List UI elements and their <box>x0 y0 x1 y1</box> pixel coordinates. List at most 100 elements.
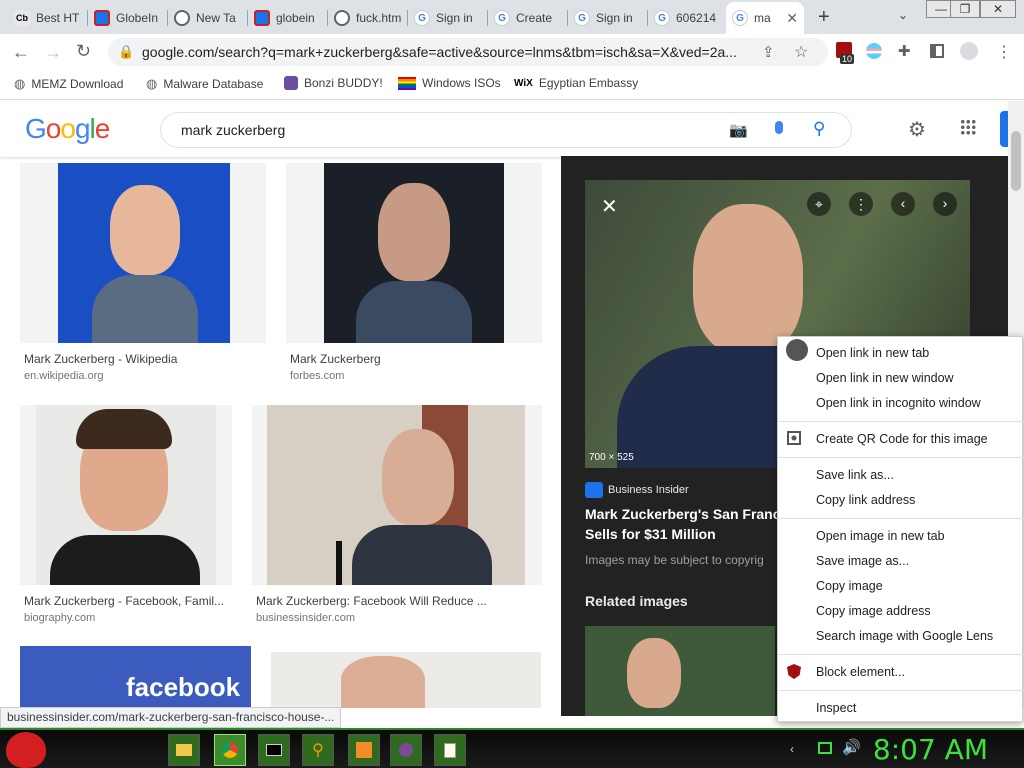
tab-globein-2[interactable]: globein <box>248 2 328 34</box>
folder-icon <box>176 744 192 756</box>
search-input[interactable]: mark zuckerberg <box>181 122 285 138</box>
scrollbar-thumb[interactable] <box>1011 131 1021 191</box>
back-arrow-icon[interactable]: ← <box>12 42 30 63</box>
close-tab-icon[interactable]: ✕ <box>786 10 798 27</box>
tab-create[interactable]: G Create <box>488 2 568 34</box>
tab-title: Create <box>516 11 553 25</box>
volume-icon[interactable]: 🔊 <box>842 738 861 756</box>
lens-search-icon[interactable]: ⌖ <box>807 192 831 216</box>
menu-separator <box>778 654 1024 655</box>
bookmark-star-icon[interactable]: ☆ <box>794 42 808 62</box>
sign-in-button[interactable] <box>1000 111 1008 147</box>
search-box[interactable]: mark zuckerberg 📷 ⚲ <box>160 112 852 148</box>
result-caption-4[interactable]: Mark Zuckerberg: Facebook Will Reduce ..… <box>256 594 540 608</box>
share-icon[interactable]: ⇪ <box>762 43 775 61</box>
menu-inspect[interactable]: Inspect <box>816 701 856 715</box>
profile-avatar[interactable] <box>960 42 978 60</box>
result-thumbnail-3[interactable] <box>20 405 232 585</box>
result-thumbnail-4[interactable] <box>252 405 542 585</box>
chrome-menu-icon[interactable]: ⋮ <box>996 42 1012 62</box>
rainbow-flag-icon <box>398 76 416 90</box>
bookmark-bonzi[interactable]: Bonzi BUDDY! <box>284 76 383 90</box>
menu-open-link-incognito[interactable]: Open link in incognito window <box>816 396 981 410</box>
bookmark-malware-db[interactable]: ◍ Malware Database <box>146 76 263 92</box>
tab-fuck-htm[interactable]: fuck.htm <box>328 2 408 34</box>
menu-open-link-new-window[interactable]: Open link in new window <box>816 371 954 385</box>
taskbar-notepad[interactable] <box>434 734 466 766</box>
taskbar-xampp[interactable] <box>348 734 380 766</box>
menu-copy-image[interactable]: Copy image <box>816 579 883 593</box>
bookmark-egyptian-embassy[interactable]: WiX Egyptian Embassy <box>514 76 638 90</box>
result-thumbnail-1[interactable] <box>20 163 266 343</box>
close-preview-icon[interactable]: ✕ <box>601 194 618 219</box>
menu-block-element[interactable]: Block element... <box>816 665 905 679</box>
search-magnifier-icon[interactable]: ⚲ <box>813 119 825 139</box>
bookmark-windows-isos[interactable]: Windows ISOs <box>398 76 501 90</box>
result-source-1[interactable]: en.wikipedia.org <box>24 370 104 382</box>
close-window-button[interactable]: ✕ <box>980 0 1016 18</box>
restore-button[interactable]: ❐ <box>950 0 980 18</box>
result-thumbnail-2[interactable] <box>286 163 542 343</box>
voice-search-mic-icon[interactable] <box>775 121 783 134</box>
camera-search-icon[interactable]: 📷 <box>729 121 748 139</box>
globe-favicon-icon <box>254 10 270 26</box>
result-thumbnail-6[interactable] <box>271 652 541 708</box>
apps-grid-icon[interactable] <box>960 119 976 135</box>
menu-create-qr-code[interactable]: Create QR Code for this image <box>816 432 988 446</box>
tab-sign-in-1[interactable]: G Sign in <box>408 2 488 34</box>
result-caption-2[interactable]: Mark Zuckerberg <box>290 352 540 366</box>
result-caption-3[interactable]: Mark Zuckerberg - Facebook, Famil... <box>24 594 230 608</box>
taskbar: ⚲ ‹ 🔊 8:07 AM <box>0 728 1024 768</box>
tab-active-search[interactable]: G ma ✕ <box>726 2 804 34</box>
menu-search-google-lens[interactable]: Search image with Google Lens <box>816 629 993 643</box>
previous-image-icon[interactable]: ‹ <box>891 192 915 216</box>
network-icon[interactable] <box>818 742 832 754</box>
menu-separator <box>778 690 1024 691</box>
taskbar-file-explorer[interactable] <box>168 734 200 766</box>
bookmark-memz[interactable]: ◍ MEMZ Download <box>14 76 123 92</box>
lock-icon[interactable]: 🔒 <box>118 44 134 60</box>
google-logo[interactable]: Google <box>25 113 110 145</box>
new-tab-button[interactable]: + <box>818 6 830 29</box>
menu-save-link-as[interactable]: Save link as... <box>816 468 894 482</box>
menu-save-image-as[interactable]: Save image as... <box>816 554 909 568</box>
tab-sign-in-2[interactable]: G Sign in <box>568 2 648 34</box>
next-image-icon[interactable]: › <box>933 192 957 216</box>
tab-globein-1[interactable]: GlobeIn <box>88 2 168 34</box>
tab-new-tab[interactable]: New Ta <box>168 2 248 34</box>
face-shape <box>382 429 454 525</box>
result-source-4[interactable]: businessinsider.com <box>256 612 355 624</box>
puzzle-extensions-icon[interactable]: ✚ <box>898 42 911 60</box>
taskbar-tor[interactable] <box>390 734 422 766</box>
taskbar-command-prompt[interactable] <box>258 734 290 766</box>
result-source-3[interactable]: biography.com <box>24 612 95 624</box>
side-panel-icon[interactable] <box>930 44 944 58</box>
tray-expand-icon[interactable]: ‹ <box>790 742 794 756</box>
bookmark-label: Windows ISOs <box>422 76 501 90</box>
angry-bird-start-icon[interactable] <box>6 732 46 768</box>
preview-title-line1[interactable]: Mark Zuckerberg's San Franc <box>585 506 781 522</box>
menu-copy-image-address[interactable]: Copy image address <box>816 604 931 618</box>
copyright-notice[interactable]: Images may be subject to copyrig <box>585 553 764 567</box>
result-source-2[interactable]: forbes.com <box>290 370 344 382</box>
reload-icon[interactable]: ↻ <box>76 41 91 62</box>
preview-title-line2[interactable]: Sells for $31 Million <box>585 526 716 542</box>
taskbar-clock[interactable]: 8:07 AM <box>873 733 988 766</box>
tab-search-chevron-icon[interactable]: ⌄ <box>898 8 908 22</box>
result-thumbnail-5[interactable]: facebook <box>20 646 251 708</box>
menu-open-link-new-tab[interactable]: Open link in new tab <box>816 346 929 360</box>
more-options-icon[interactable]: ⋮ <box>849 192 873 216</box>
forward-arrow-icon[interactable]: → <box>44 42 62 63</box>
menu-copy-link-address[interactable]: Copy link address <box>816 493 915 507</box>
url-text[interactable]: google.com/search?q=mark+zuckerberg&safe… <box>142 44 750 60</box>
menu-open-image-new-tab[interactable]: Open image in new tab <box>816 529 945 543</box>
taskbar-chrome[interactable] <box>214 734 246 766</box>
tab-606214[interactable]: G 606214 <box>648 2 728 34</box>
settings-gear-icon[interactable]: ⚙ <box>908 117 926 142</box>
bookmark-label: Malware Database <box>163 77 264 91</box>
tab-best-html[interactable]: Cb Best HT <box>8 2 88 34</box>
taskbar-search-app[interactable]: ⚲ <box>302 734 334 766</box>
pride-extension-icon[interactable] <box>866 43 882 59</box>
preview-source-name[interactable]: Business Insider <box>608 484 689 496</box>
result-caption-1[interactable]: Mark Zuckerberg - Wikipedia <box>24 352 260 366</box>
